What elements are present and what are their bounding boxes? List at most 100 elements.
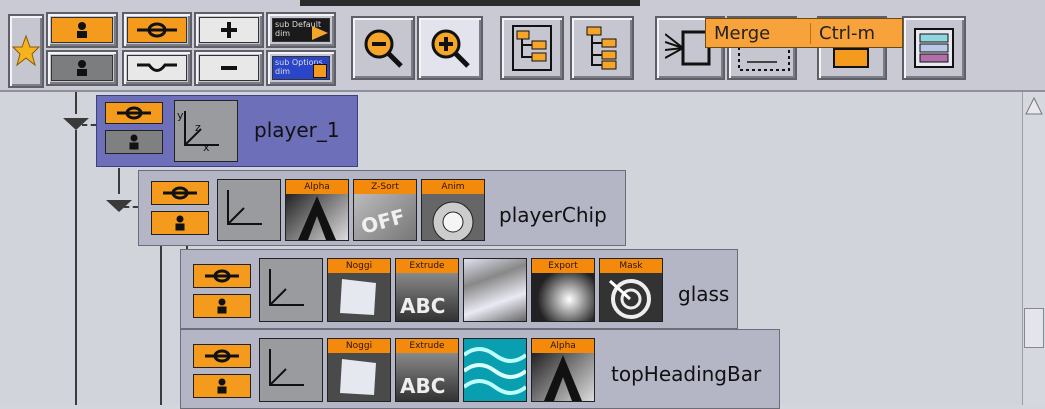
plugin-label: Z-Sort (354, 180, 416, 194)
person-icon (175, 215, 185, 231)
key-toggle[interactable] (151, 181, 209, 205)
plugin-label: Noggi (328, 259, 390, 273)
axis-y-label: y (177, 109, 184, 122)
tree-connector (118, 168, 120, 194)
key-toggle[interactable] (193, 264, 251, 288)
person-icon (217, 378, 227, 394)
plugin-zsort[interactable]: Z-Sort OFF (353, 179, 417, 241)
wave-icon (464, 347, 526, 395)
node-label: glass (678, 282, 730, 306)
collapse-tree-button[interactable] (570, 16, 634, 80)
key-off-icon (137, 63, 177, 72)
expand-arrow-icon[interactable] (63, 114, 89, 132)
plugin-noggi[interactable]: Noggi (327, 338, 391, 402)
plugin-extrude[interactable]: Extrude ABC (395, 338, 459, 402)
key-icon (163, 186, 197, 200)
person-icon (77, 22, 87, 38)
tree-node-glass[interactable]: Noggi Extrude ABC Export Mask glass (180, 249, 738, 329)
plugin-label: Alpha (532, 339, 594, 353)
axis-x-label: x (203, 141, 210, 154)
plugin-label: Alpha (286, 180, 348, 194)
plus-icon (221, 22, 237, 38)
plugin-alpha[interactable]: Alpha (531, 338, 595, 402)
tooltip-shortcut: Ctrl-m (810, 22, 875, 44)
plugin-extrude[interactable]: Extrude ABC (395, 258, 459, 322)
plugin-anim[interactable]: Anim (421, 179, 485, 241)
layers-button[interactable] (902, 16, 966, 80)
plugin-label: Anim (422, 180, 484, 194)
alpha-icon (544, 355, 582, 401)
person-icon (129, 134, 139, 150)
noggi-icon (340, 279, 376, 315)
axis-icon: yzx (177, 109, 219, 154)
person-off-icon (77, 60, 87, 76)
zoom-in-button[interactable] (417, 16, 483, 80)
plugin-export[interactable]: Export (531, 258, 595, 322)
layers-icon (914, 28, 954, 68)
visibility-toggle[interactable] (193, 374, 251, 398)
visibility-toggle[interactable] (193, 294, 251, 318)
add-button[interactable] (194, 12, 264, 48)
visibility-toggle[interactable] (151, 211, 209, 235)
tree-node-topheadingbar[interactable]: Noggi Extrude ABC Alpha topHeadingBar (180, 329, 780, 409)
plugin-noggi[interactable]: Noggi (327, 258, 391, 322)
abc-icon: ABC (400, 294, 445, 318)
noggi-icon (340, 359, 376, 395)
sub-default-button[interactable]: sub Default dim (266, 12, 336, 48)
plugin-label: Noggi (328, 339, 390, 353)
square-icon (313, 64, 327, 78)
group-icon (833, 48, 869, 68)
key-on-button[interactable] (122, 12, 192, 48)
svg-text:OFF: OFF (358, 204, 407, 239)
remove-button[interactable] (194, 50, 264, 86)
plugin-label: Extrude (396, 259, 458, 273)
key-off-button[interactable] (122, 50, 192, 86)
play-arrow-icon (312, 26, 328, 40)
axis-icon (269, 269, 304, 306)
tree-connector (75, 92, 77, 114)
favorite-button[interactable] (8, 14, 44, 88)
zoom-out-button[interactable] (351, 16, 415, 80)
vertical-scrollbar[interactable] (1022, 92, 1045, 405)
transform-tile[interactable]: yzx (174, 100, 238, 162)
key-on-icon (137, 22, 177, 38)
axis-icon (227, 190, 262, 225)
node-label: player_1 (254, 118, 340, 142)
tree-node-playerchip[interactable]: Alpha Z-Sort OFF Anim playerChip (138, 170, 626, 246)
person-icon (217, 298, 227, 314)
plugin-label: Export (532, 259, 594, 273)
tree-expand-icon (512, 25, 552, 71)
tree-collapse-icon (586, 26, 617, 70)
minus-icon (221, 66, 237, 70)
mask-icon (608, 279, 651, 319)
alpha-icon (298, 196, 336, 240)
plugin-texture[interactable] (463, 258, 527, 322)
zoom-in-icon (431, 29, 470, 68)
transform-tile[interactable] (217, 179, 281, 241)
node-label: topHeadingBar (611, 362, 762, 386)
transform-tile[interactable] (259, 258, 323, 322)
transform-tile[interactable] (259, 338, 323, 402)
scrollbar-thumb[interactable] (1024, 308, 1044, 348)
zoom-out-icon (364, 29, 403, 68)
wheel-icon (432, 201, 474, 240)
tree-node-player-1[interactable]: yzx player_1 (96, 95, 358, 167)
plugin-wave-texture[interactable] (463, 338, 527, 402)
key-toggle[interactable] (105, 102, 163, 124)
expand-arrow-icon[interactable] (106, 196, 132, 214)
visibility-toggle[interactable] (105, 130, 163, 154)
hide-container-button[interactable] (46, 50, 118, 86)
key-toggle[interactable] (193, 344, 251, 368)
tree-connector (160, 246, 162, 405)
svg-text:ABC: ABC (400, 294, 445, 318)
plugin-label: Extrude (396, 339, 458, 353)
plugin-alpha[interactable]: Alpha (285, 179, 349, 241)
plugin-mask[interactable]: Mask (599, 258, 663, 322)
show-container-button[interactable] (46, 12, 118, 48)
axis-z-label: z (195, 121, 201, 134)
expand-tree-button[interactable] (500, 16, 564, 80)
sub-options-button[interactable]: sub Options dim (266, 50, 336, 86)
tooltip-label: Merge (714, 22, 771, 44)
plugin-label: Mask (600, 259, 662, 273)
scroll-up-icon[interactable] (1025, 96, 1043, 116)
